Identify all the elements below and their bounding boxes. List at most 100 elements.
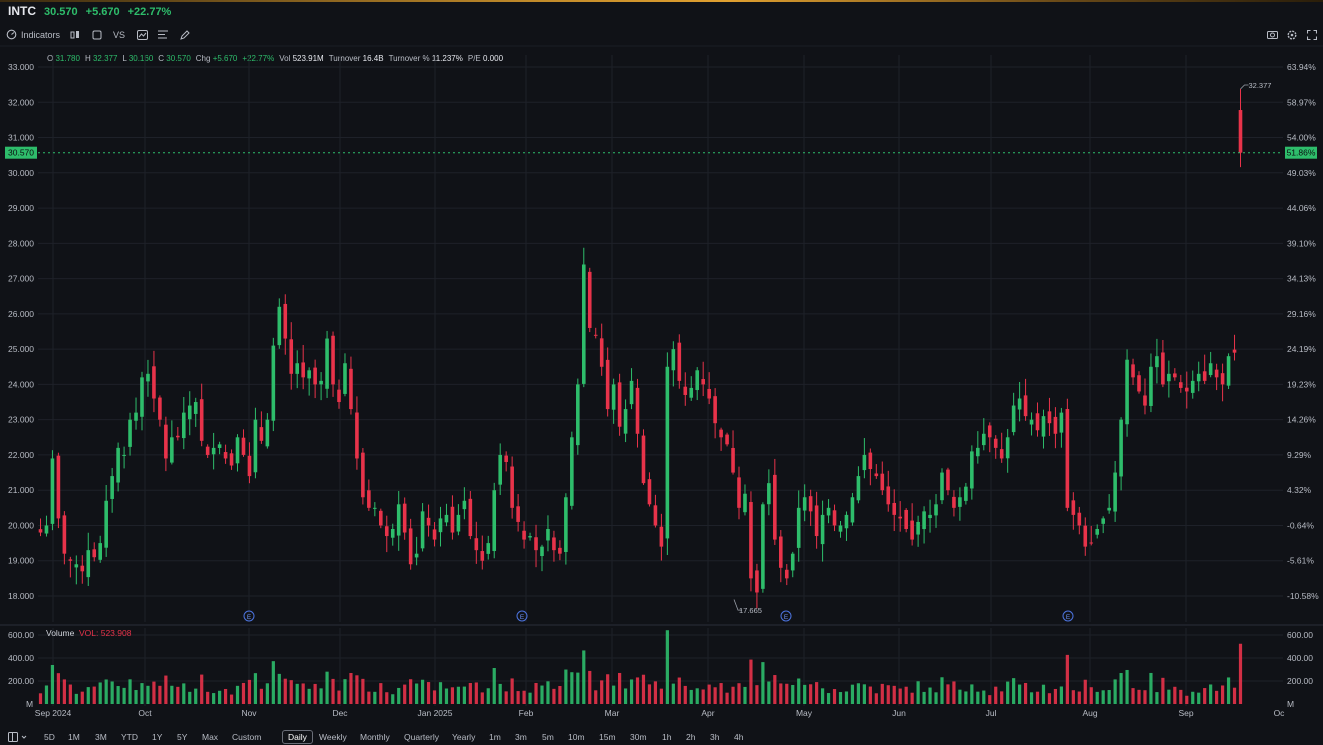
- interval-weekly[interactable]: Weekly: [319, 732, 347, 742]
- volume-bar: [492, 668, 496, 704]
- volume-bar: [546, 681, 550, 704]
- volume-bar: [349, 672, 353, 704]
- interval-daily[interactable]: Daily: [282, 730, 313, 744]
- candle-body: [832, 510, 837, 526]
- candle-body: [396, 504, 401, 536]
- y-tick-label-right: 63.94%: [1287, 62, 1316, 72]
- interval-4h[interactable]: 4h: [734, 732, 743, 742]
- volume-bar: [1125, 669, 1129, 704]
- volume-bar: [438, 682, 443, 704]
- candle-body: [211, 447, 216, 455]
- volume-bar: [80, 691, 84, 704]
- y-tick-label-right: 49.03%: [1287, 168, 1316, 178]
- range-custom[interactable]: Custom: [232, 732, 261, 742]
- range-3m[interactable]: 3M: [95, 732, 107, 742]
- volume-bar: [838, 692, 843, 704]
- volume-bar: [641, 674, 646, 704]
- interval-quarterly[interactable]: Quarterly: [404, 732, 439, 742]
- candle-body: [534, 537, 538, 551]
- y-tick-label-right: 24.19%: [1287, 344, 1316, 354]
- candle-body: [80, 565, 85, 572]
- interval-monthly[interactable]: Monthly: [360, 732, 390, 742]
- volume-bar: [713, 687, 717, 704]
- volume-bar: [934, 692, 938, 704]
- candle-body: [826, 507, 831, 516]
- candle-body: [546, 528, 550, 541]
- volume-bar: [1047, 693, 1052, 704]
- candle-body: [349, 368, 353, 410]
- candle-body: [295, 363, 300, 374]
- interval-2h[interactable]: 2h: [686, 732, 695, 742]
- volume-bar: [74, 693, 78, 704]
- interval-3h[interactable]: 3h: [710, 732, 719, 742]
- volume-bar: [474, 682, 478, 704]
- volume-bar: [158, 685, 162, 704]
- candle-body: [689, 387, 694, 398]
- interval-15m[interactable]: 15m: [599, 732, 616, 742]
- interval-1h[interactable]: 1h: [662, 732, 671, 742]
- volume-bar: [385, 692, 389, 704]
- candle-body: [677, 342, 682, 381]
- volume-bar: [301, 683, 305, 704]
- price-chart[interactable]: Sep 2024 Oct Nov Dec Jan 2025 Feb Mar Apr May Jun…: [0, 0, 1323, 745]
- range-1m[interactable]: 1M: [68, 732, 80, 742]
- volume-bar: [319, 688, 323, 704]
- volume-bar: [928, 687, 932, 704]
- x-tick-label: Apr: [701, 708, 714, 718]
- volume-bar: [994, 686, 998, 704]
- range-5d[interactable]: 5D: [44, 732, 55, 742]
- interval-10m[interactable]: 10m: [568, 732, 585, 742]
- range-5y[interactable]: 5Y: [177, 732, 187, 742]
- candle-body: [629, 380, 634, 405]
- volume-bar: [62, 679, 66, 704]
- candle-body: [68, 559, 73, 561]
- interval-yearly[interactable]: Yearly: [452, 732, 475, 742]
- volume-bar: [194, 688, 198, 704]
- candle-body: [307, 370, 311, 379]
- candle-body: [104, 500, 108, 548]
- volume-bar: [940, 677, 944, 704]
- interval-1m[interactable]: 1m: [489, 732, 501, 742]
- interval-5m[interactable]: 5m: [542, 732, 554, 742]
- volume-bar: [44, 685, 49, 704]
- volume-bar: [528, 692, 532, 704]
- candle-body: [1131, 364, 1135, 378]
- range-ytd[interactable]: YTD: [121, 732, 138, 742]
- layout-icon[interactable]: [8, 732, 28, 745]
- volume-bar: [313, 683, 317, 704]
- y-tick-label-right: 44.06%: [1287, 203, 1316, 213]
- volume-bar: [647, 684, 652, 704]
- candle-body: [981, 433, 986, 446]
- interval-3m[interactable]: 3m: [515, 732, 527, 742]
- candle-body: [110, 476, 114, 499]
- volume-bar: [683, 685, 687, 704]
- volume-bar: [480, 692, 484, 704]
- volume-bar: [1209, 684, 1213, 704]
- volume-bar: [540, 685, 544, 704]
- range-1y[interactable]: 1Y: [152, 732, 162, 742]
- candle-body: [641, 435, 646, 484]
- candle-body: [802, 497, 807, 511]
- range-max[interactable]: Max: [202, 732, 218, 742]
- volume-bar: [50, 664, 55, 704]
- interval-30m[interactable]: 30m: [630, 732, 647, 742]
- candle-body: [325, 338, 329, 389]
- x-tick-label: Nov: [241, 708, 257, 718]
- candle-body: [1071, 500, 1076, 515]
- candle-body: [665, 366, 670, 539]
- volume-bar: [910, 692, 914, 704]
- volume-bar: [1053, 688, 1058, 704]
- volume-bar: [1071, 690, 1075, 704]
- candle-body: [146, 373, 150, 382]
- candle-body: [384, 526, 389, 537]
- volume-bar: [820, 688, 825, 704]
- earnings-marker-label: E: [520, 614, 525, 621]
- low-annotation: 17.665: [739, 606, 762, 615]
- volume-bar: [791, 684, 795, 704]
- volume-bar: [152, 681, 156, 704]
- volume-bar: [809, 684, 813, 704]
- candle-body: [438, 518, 443, 533]
- volume-bar: [1035, 691, 1040, 704]
- y-tick-label-left: 31.000: [8, 133, 34, 143]
- volume-bar: [749, 659, 753, 704]
